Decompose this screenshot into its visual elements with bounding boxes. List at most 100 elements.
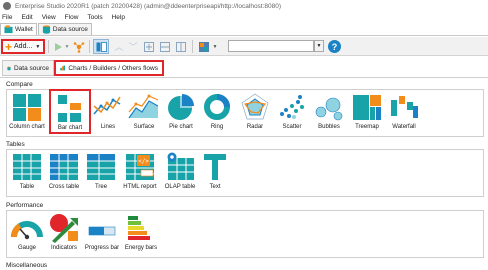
theme-button[interactable] — [197, 39, 211, 54]
tile-olap-table[interactable]: OLAP table — [161, 152, 199, 190]
column-chart-icon — [13, 94, 41, 121]
tab-data-source-flows[interactable]: Data source — [2, 60, 54, 76]
title-bar: Enterprise Studio 2020R1 (patch 20200428… — [0, 0, 488, 12]
tab-data-source-label: Data source — [52, 26, 88, 33]
add-button[interactable]: + Add... ▼ — [1, 39, 45, 54]
play-icon — [54, 42, 62, 51]
settings-flow-button[interactable] — [72, 39, 86, 54]
tile-label: Cross table — [48, 184, 80, 190]
run-button[interactable] — [52, 39, 64, 54]
tile-column-chart[interactable]: Column chart — [8, 92, 46, 130]
bubbles-chart-icon — [315, 97, 343, 121]
indicators-icon — [50, 214, 78, 243]
tile-label: Progress bar — [84, 245, 120, 251]
tile-label: Ring — [210, 124, 224, 130]
layout-icon — [96, 41, 107, 52]
tile-cross-table[interactable]: Cross table — [47, 152, 81, 190]
menu-help[interactable]: Help — [112, 14, 125, 21]
tab-wallet[interactable]: Wallet — [0, 23, 37, 35]
split-button[interactable] — [159, 39, 171, 54]
menu-view[interactable]: View — [42, 14, 56, 21]
tile-label: Lines — [100, 124, 116, 130]
tile-label: Pie chart — [169, 124, 193, 130]
chevron-down-icon: ﹀ — [128, 42, 138, 52]
menu-flow[interactable]: Flow — [65, 14, 79, 21]
add-row-button[interactable] — [143, 39, 155, 54]
tile-label: Indicators — [50, 245, 77, 251]
menu-edit[interactable]: Edit — [21, 14, 32, 21]
wallet-icon — [4, 25, 13, 34]
split-icon — [160, 41, 170, 52]
tile-surface[interactable]: Surface — [127, 92, 161, 130]
tile-indicators[interactable]: Indicators — [47, 213, 81, 251]
energy-bars-icon — [128, 216, 150, 240]
tile-label: Table — [19, 184, 35, 190]
group-title-performance: Performance — [6, 202, 44, 209]
tile-label: OLAP table — [164, 184, 196, 190]
tile-pie-chart[interactable]: Pie chart — [164, 92, 198, 130]
tile-label: Tree — [94, 184, 108, 190]
tile-label: Text — [209, 184, 221, 190]
waterfall-chart-icon — [391, 96, 418, 118]
tile-label: Energy bars — [124, 245, 158, 251]
toolbar-separator — [48, 40, 49, 53]
run-dropdown[interactable]: ▼ — [64, 39, 70, 54]
tab-data-source[interactable]: Data source — [37, 23, 92, 35]
tile-html-report[interactable]: </> HTML report — [120, 152, 160, 190]
flow-category-tabs: Data source Charts / Builders / Others f… — [0, 57, 488, 78]
table-icon — [13, 154, 41, 180]
tile-progress-bar[interactable]: Progress bar — [84, 213, 120, 251]
tab-charts-builders[interactable]: Charts / Builders / Others flows — [54, 60, 164, 76]
merge-icon — [176, 41, 186, 52]
menu-file[interactable]: File — [2, 14, 12, 21]
search-input[interactable] — [228, 40, 314, 52]
layout-view-button[interactable] — [93, 39, 109, 54]
window-title: Enterprise Studio 2020R1 (patch 20200428… — [15, 2, 282, 10]
group-title-miscellaneous: Miscellaneous — [6, 262, 48, 269]
tile-waterfall[interactable]: Waterfall — [386, 92, 422, 130]
radar-chart-icon — [241, 93, 269, 120]
chevron-down-icon: ▼ — [316, 43, 322, 49]
tile-table[interactable]: Table — [11, 152, 43, 190]
text-icon — [204, 154, 226, 180]
ring-chart-icon — [204, 94, 230, 120]
tile-energy-bars[interactable]: Energy bars — [123, 213, 159, 251]
tab-data-source-flows-label: Data source — [13, 64, 49, 72]
menu-tools[interactable]: Tools — [87, 14, 102, 21]
tile-label: Scatter — [282, 124, 302, 130]
move-up-button[interactable]: ︿ — [113, 39, 125, 54]
tile-bar-chart[interactable]: Bar chart — [49, 89, 91, 134]
chevron-down-icon: ▼ — [35, 43, 41, 50]
tab-wallet-label: Wallet — [15, 26, 33, 33]
cross-table-icon — [50, 154, 78, 180]
chevron-up-icon: ︿ — [114, 42, 124, 52]
tile-radar[interactable]: Radar — [238, 92, 272, 130]
tile-scatter[interactable]: Scatter — [275, 92, 309, 130]
tile-label: Waterfall — [392, 124, 416, 130]
help-icon: ? — [331, 41, 338, 52]
chevron-down-icon: ▼ — [212, 43, 218, 50]
tile-gauge[interactable]: Gauge — [10, 213, 44, 251]
toolbar-separator — [89, 40, 90, 53]
tab-charts-builders-label: Charts / Builders / Others flows — [68, 64, 158, 72]
tile-lines[interactable]: Lines — [92, 92, 124, 130]
tile-bubbles[interactable]: Bubbles — [311, 92, 347, 130]
tile-tree[interactable]: Tree — [86, 152, 116, 190]
merge-button[interactable] — [175, 39, 187, 54]
help-button[interactable]: ? — [328, 40, 341, 53]
scatter-chart-icon — [280, 95, 304, 119]
chart-icon — [60, 65, 66, 71]
move-down-button[interactable]: ﹀ — [127, 39, 139, 54]
chevron-down-icon: ▼ — [64, 43, 70, 50]
gauge-icon — [11, 221, 43, 240]
pie-chart-icon — [168, 94, 194, 120]
tile-text[interactable]: Text — [200, 152, 230, 190]
theme-dropdown[interactable]: ▼ — [211, 39, 219, 54]
tile-treemap[interactable]: Treemap — [350, 92, 384, 130]
document-tabs: Wallet Data source — [0, 23, 488, 36]
treemap-icon — [353, 95, 381, 120]
search-dropdown[interactable]: ▼ — [314, 40, 324, 52]
menu-bar: File Edit View Flow Tools Help — [0, 12, 488, 23]
group-title-tables: Tables — [6, 141, 25, 148]
tile-ring[interactable]: Ring — [200, 92, 234, 130]
